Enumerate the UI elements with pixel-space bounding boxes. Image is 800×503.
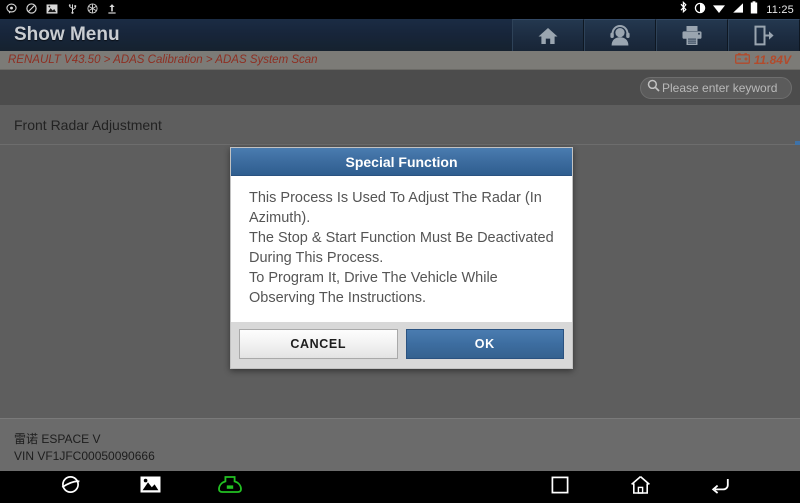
- exit-button[interactable]: [728, 19, 800, 51]
- dialog-message-line: This Process Is Used To Adjust The Radar…: [249, 190, 542, 226]
- breadcrumb-path: RENAULT V43.50 > ADAS Calibration > ADAS…: [8, 54, 318, 66]
- back-arrow-icon: [710, 476, 731, 499]
- printer-icon: [681, 25, 703, 46]
- print-button[interactable]: [656, 19, 728, 51]
- cancel-button[interactable]: CANCEL: [239, 329, 398, 359]
- home-icon: [630, 475, 651, 500]
- usb-icon: [67, 1, 78, 19]
- nav-right-group: [520, 475, 760, 500]
- brightness-icon: [694, 1, 706, 19]
- exit-door-icon: [753, 25, 775, 46]
- android-status-bar: 11:25: [0, 0, 800, 19]
- recents-square-icon: [551, 476, 569, 499]
- home-button[interactable]: [512, 19, 584, 51]
- back-button[interactable]: [680, 475, 760, 500]
- gallery-button[interactable]: [110, 474, 190, 500]
- gallery-icon: [140, 476, 161, 498]
- chat-icon: [6, 1, 17, 19]
- voltage-value: 11.84V: [753, 53, 791, 67]
- dialog-message-line: The Stop & Start Function Must Be Deacti…: [249, 230, 554, 266]
- vci-connector-button[interactable]: [190, 474, 270, 500]
- snowflake-icon: [87, 1, 98, 19]
- scrollbar-thumb[interactable]: [795, 141, 800, 145]
- tablet-screen: 11:25 Show Menu RENAULT V43.50 > ADAS Ca…: [0, 0, 800, 503]
- nav-left-group: [30, 474, 270, 500]
- battery-voltage-icon: [734, 51, 750, 69]
- search-icon: [647, 79, 660, 97]
- vehicle-name: 雷诺 ESPACE V: [14, 432, 101, 446]
- vehicle-vin: VIN VF1JFC00050090666: [14, 449, 155, 463]
- dialog-body: This Process Is Used To Adjust The Radar…: [231, 176, 572, 322]
- nav-home-button[interactable]: [600, 475, 680, 500]
- android-nav-bar: [0, 471, 800, 503]
- home-icon: [537, 26, 559, 46]
- vci-connector-icon: [217, 475, 243, 499]
- headset-person-icon: [608, 24, 632, 47]
- status-clock: 11:25: [766, 3, 794, 16]
- search-placeholder: Please enter keyword: [662, 80, 778, 95]
- ok-button[interactable]: OK: [405, 329, 564, 359]
- upload-icon: [107, 1, 117, 19]
- support-button[interactable]: [584, 19, 656, 51]
- list-item-label: Front Radar Adjustment: [14, 116, 162, 133]
- breadcrumb: RENAULT V43.50 > ADAS Calibration > ADAS…: [0, 51, 800, 70]
- wifi-icon: [712, 1, 726, 19]
- image-icon: [46, 1, 58, 19]
- list-item[interactable]: Front Radar Adjustment: [0, 105, 800, 145]
- browser-icon: [60, 474, 81, 500]
- search-input[interactable]: Please enter keyword: [640, 76, 792, 99]
- app-title-bar: Show Menu: [0, 19, 800, 51]
- dialog-button-row: CANCEL OK: [231, 322, 572, 368]
- header-button-group: [512, 19, 800, 51]
- status-system-icons: 11:25: [679, 0, 794, 19]
- recents-button[interactable]: [520, 475, 600, 500]
- dialog-title: Special Function: [231, 148, 572, 176]
- battery-icon: [750, 0, 758, 19]
- browser-button[interactable]: [30, 474, 110, 500]
- page-title: Show Menu: [14, 24, 120, 45]
- signal-icon: [732, 1, 744, 19]
- bluetooth-icon: [679, 0, 688, 19]
- special-function-dialog: Special Function This Process Is Used To…: [230, 147, 573, 369]
- voltage-indicator: 11.84V: [734, 51, 800, 69]
- no-entry-icon: [26, 1, 37, 19]
- search-bar-area: Please enter keyword: [0, 70, 800, 105]
- status-notification-icons: [6, 1, 679, 19]
- dialog-message-line: To Program It, Drive The Vehicle While O…: [249, 270, 498, 306]
